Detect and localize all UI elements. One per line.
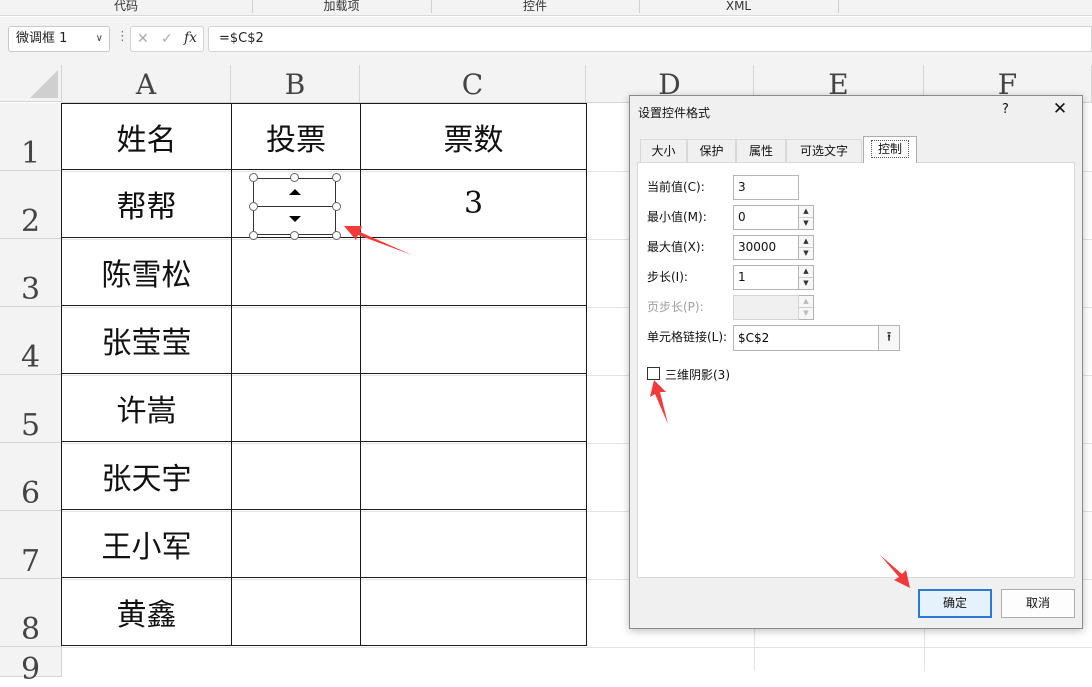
tab-control-label: 控制 bbox=[870, 140, 909, 158]
annotation-arrows bbox=[344, 226, 910, 588]
tab-control[interactable]: 控制 bbox=[863, 136, 917, 163]
annotation-arrow bbox=[344, 226, 412, 255]
annotation-arrow bbox=[880, 555, 910, 588]
annotation-arrow bbox=[650, 380, 668, 424]
